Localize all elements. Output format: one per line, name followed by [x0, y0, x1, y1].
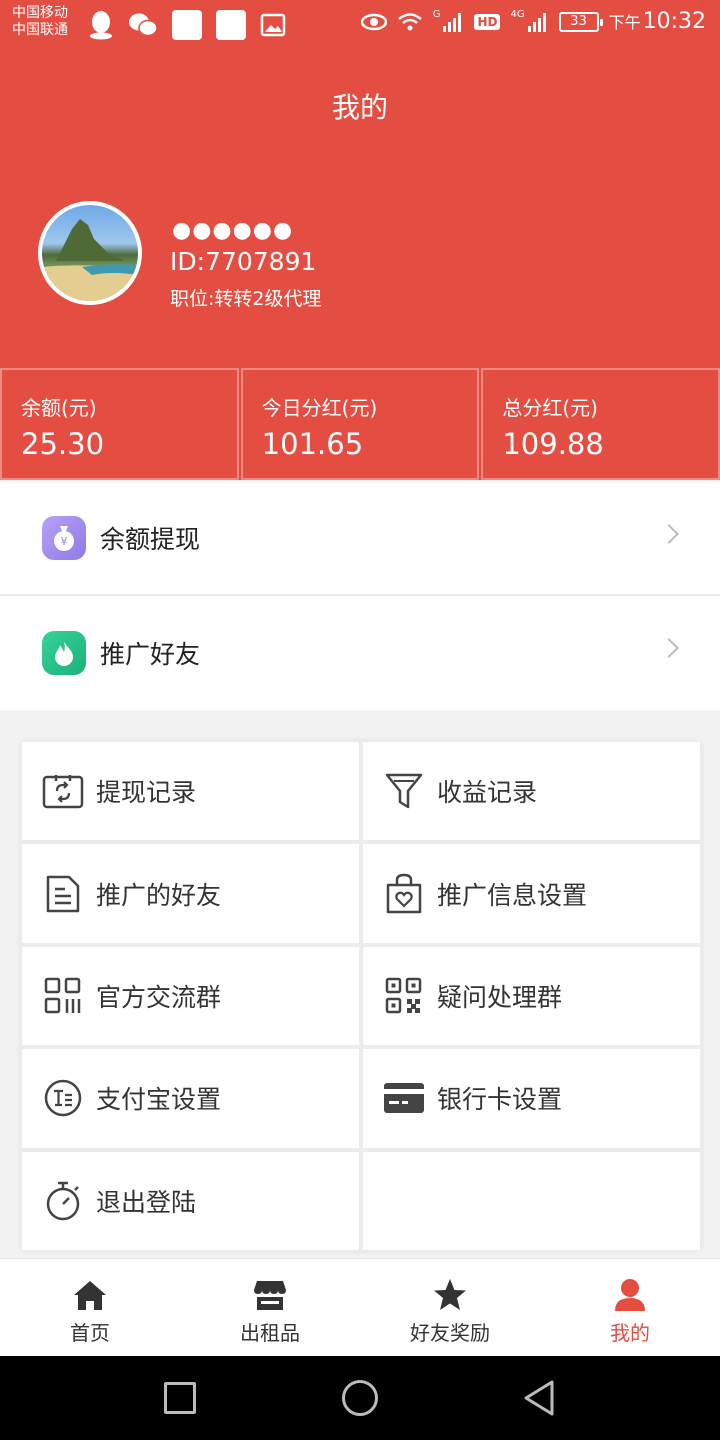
grid-label: 疑问处理群: [437, 982, 563, 1012]
back-icon[interactable]: [522, 1378, 556, 1422]
status-icons: G HD 4G 33 下午10:32: [360, 9, 706, 34]
page-title: 我的: [331, 91, 388, 124]
system-nav-bar: [0, 1356, 720, 1440]
user-position: 职位:转转2级代理: [170, 288, 322, 310]
nav-item-rewards[interactable]: 好友奖励: [360, 1259, 540, 1356]
grid-label: 银行卡设置: [437, 1085, 563, 1115]
grid-label: 推广信息设置: [437, 880, 588, 910]
user-name: ●●●●●●: [172, 218, 294, 243]
qrcode-icon: [383, 975, 425, 1017]
stat-balance[interactable]: 余额(元) 25.30: [0, 368, 239, 480]
grid-icon: [42, 975, 84, 1017]
qq-icon: [90, 11, 112, 40]
status-bar: 中国移动 中国联通 G HD 4G 33 下午10:32: [0, 0, 720, 54]
bottom-nav: 首页 出租品 好友奖励 我的: [0, 1258, 720, 1356]
menu-label: 余额提现: [100, 525, 201, 554]
nav-label: 我的: [610, 1321, 650, 1345]
stat-total-dividend[interactable]: 总分红(元) 109.88: [481, 368, 720, 480]
grid-item-official-group[interactable]: 官方交流群: [22, 946, 359, 1046]
grid-label: 收益记录: [437, 778, 538, 808]
menu-list: ¥ 余额提现 推广好友: [0, 482, 720, 710]
nav-label: 好友奖励: [410, 1321, 490, 1345]
stats-row: 余额(元) 25.30 今日分红(元) 101.65 总分红(元) 109.88: [0, 368, 720, 480]
star-icon: [432, 1277, 468, 1313]
notification-box-icon: [172, 10, 202, 40]
flame-icon: [42, 631, 86, 675]
grid-label: 官方交流群: [96, 982, 222, 1012]
chevron-right-icon: [659, 524, 679, 544]
battery-indicator: 33: [558, 11, 603, 32]
stat-label: 今日分红(元): [261, 396, 378, 420]
signal-icon: [527, 12, 546, 32]
recent-apps-icon[interactable]: [164, 1382, 196, 1414]
stat-value: 101.65: [261, 427, 364, 461]
function-grid: 提现记录 收益记录 推广的好友 推广信息设置 官方交流群 疑问处理群 支付宝设置…: [20, 740, 702, 1252]
signal-icon: [443, 12, 462, 32]
image-icon: [260, 13, 286, 37]
nav-label: 首页: [70, 1321, 110, 1345]
carrier-2: 中国联通: [12, 22, 68, 38]
stat-label: 余额(元): [21, 396, 97, 420]
eye-icon: [360, 13, 387, 30]
grid-item-logout[interactable]: 退出登陆: [22, 1151, 359, 1250]
document-icon: [42, 873, 84, 915]
signal-g-label: G: [432, 9, 441, 20]
chevron-right-icon: [659, 638, 679, 658]
grid-item-bank-card-settings[interactable]: 银行卡设置: [363, 1049, 700, 1148]
money-bag-icon: ¥: [42, 516, 86, 560]
carrier-info: 中国移动 中国联通: [12, 5, 68, 39]
grid-label: 支付宝设置: [96, 1085, 222, 1115]
stat-today-dividend[interactable]: 今日分红(元) 101.65: [240, 368, 480, 480]
nav-label: 出租品: [240, 1321, 300, 1345]
filter-icon: [383, 770, 425, 812]
grid-label: 推广的好友: [96, 880, 222, 910]
grid-item-empty: [363, 1151, 700, 1250]
user-id: ID:7707891: [170, 247, 317, 276]
alipay-icon: [42, 1077, 84, 1119]
svg-text:¥: ¥: [61, 535, 68, 548]
grid-item-income-record[interactable]: 收益记录: [363, 742, 700, 841]
grid-item-alipay-settings[interactable]: 支付宝设置: [22, 1049, 359, 1148]
nav-item-mine[interactable]: 我的: [540, 1259, 720, 1356]
clock-time: 10:32: [642, 9, 706, 34]
user-icon: [612, 1277, 648, 1313]
stat-label: 总分红(元): [502, 396, 598, 420]
avatar[interactable]: [38, 201, 142, 305]
bank-card-icon: [383, 1077, 425, 1119]
clock-prefix: 下午: [608, 13, 641, 32]
withdraw-record-icon: [42, 770, 84, 812]
stat-value: 25.30: [21, 427, 105, 461]
grid-label: 退出登陆: [96, 1187, 197, 1217]
home-icon: [72, 1277, 108, 1313]
wechat-icon: [129, 13, 158, 37]
nav-item-home[interactable]: 首页: [0, 1259, 180, 1356]
carrier-1: 中国移动: [12, 5, 68, 21]
clock: 下午10:32: [609, 9, 706, 34]
nav-item-rentals[interactable]: 出租品: [180, 1259, 360, 1356]
notification-box-icon: [216, 10, 246, 40]
notification-icons: [88, 10, 286, 40]
store-icon: [252, 1277, 288, 1313]
menu-item-withdraw[interactable]: ¥ 余额提现: [0, 482, 720, 596]
stopwatch-icon: [42, 1180, 84, 1222]
menu-label: 推广好友: [100, 640, 201, 669]
grid-label: 提现记录: [96, 778, 197, 808]
menu-item-promote[interactable]: 推广好友: [0, 596, 720, 710]
stat-value: 109.88: [502, 427, 604, 461]
avatar-image: [42, 219, 138, 301]
home-button-icon[interactable]: [342, 1380, 378, 1416]
hd-badge: HD: [474, 13, 501, 30]
grid-item-withdraw-record[interactable]: 提现记录: [22, 742, 359, 841]
wifi-icon: [397, 12, 422, 30]
grid-item-question-group[interactable]: 疑问处理群: [363, 946, 700, 1046]
grid-item-promoted-friends[interactable]: 推广的好友: [22, 844, 359, 943]
network-4g-label: 4G: [510, 9, 525, 20]
gift-bag-icon: [383, 873, 425, 915]
grid-item-promo-settings[interactable]: 推广信息设置: [363, 844, 700, 943]
